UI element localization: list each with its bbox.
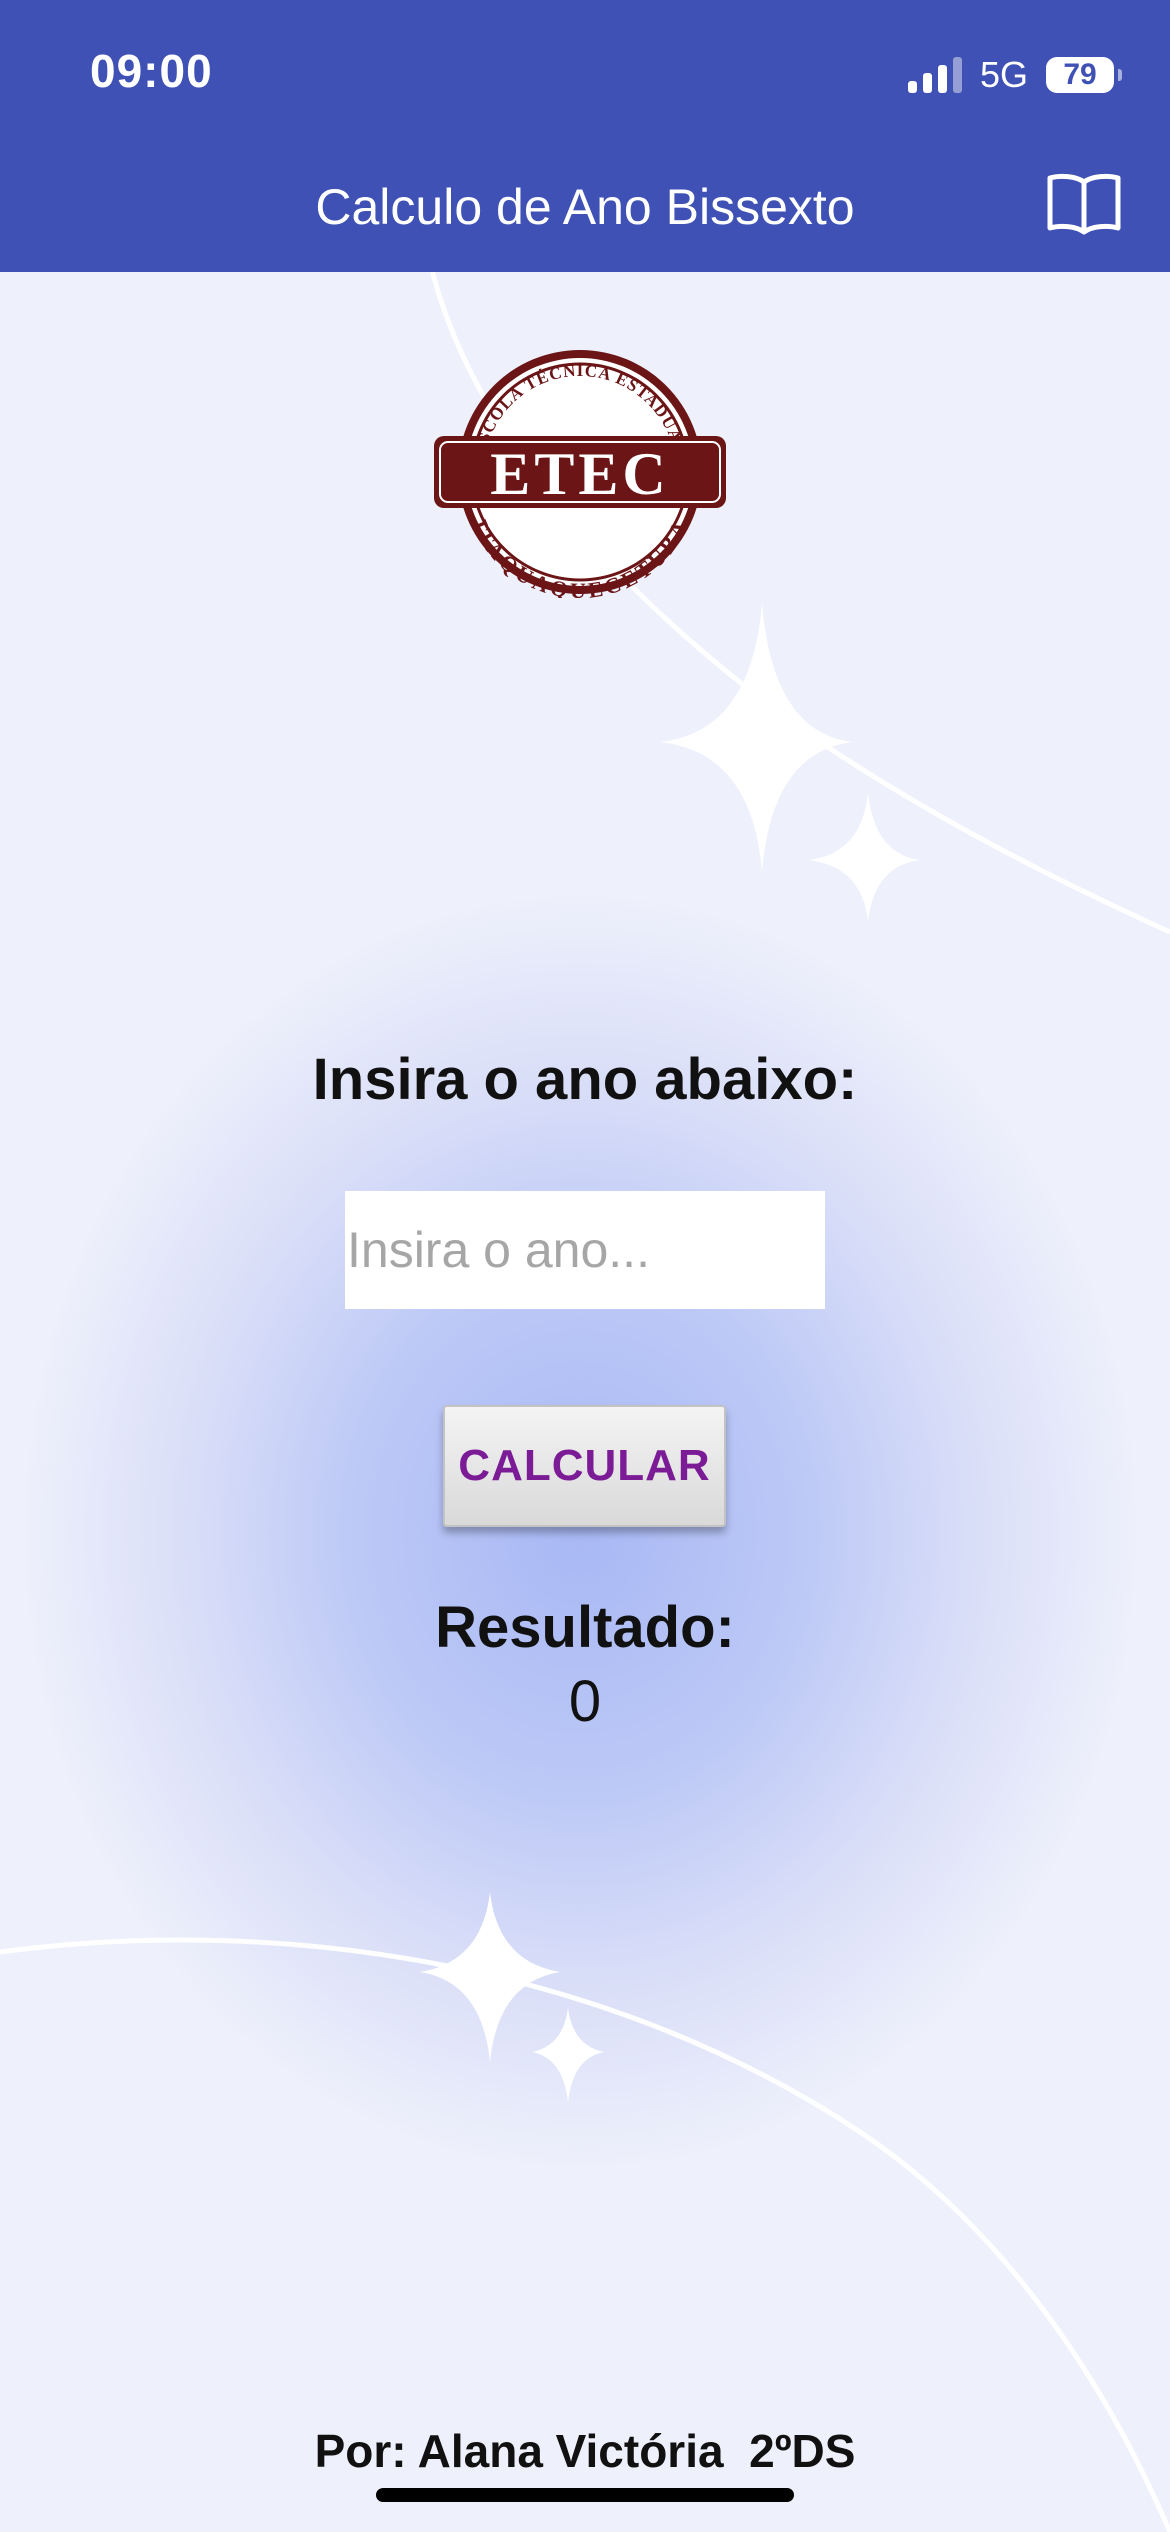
app-screen: 09:00 5G 79 Calculo de Ano Bissexto COLA…: [0, 0, 1170, 2532]
book-icon[interactable]: [1046, 172, 1122, 236]
battery-level: 79: [1063, 58, 1097, 91]
year-prompt: Insira o ano abaixo:: [312, 1047, 858, 1112]
status-indicators: 5G 79: [907, 50, 1122, 100]
background-decoration: [0, 272, 1170, 2532]
network-label: 5G: [979, 54, 1028, 95]
author-credit: Por: Alana Victória 2ºDS: [314, 2425, 856, 2477]
page-title: Calculo de Ano Bissexto: [315, 179, 855, 235]
sparkle-decoration: [0, 272, 1170, 2532]
school-logo: ESCOLA TÉCNICA ESTADUAL ITAQUAQUECETUBA …: [434, 350, 726, 598]
home-indicator[interactable]: [376, 2488, 794, 2502]
result-value: 0: [568, 1669, 602, 1734]
status-time: 09:00: [90, 45, 213, 97]
calculate-button[interactable]: CALCULAR: [443, 1405, 726, 1527]
app-header: 09:00 5G 79 Calculo de Ano Bissexto: [0, 0, 1170, 272]
year-input[interactable]: [345, 1191, 825, 1309]
signal-icon: [907, 57, 962, 93]
result-label: Resultado:: [435, 1595, 735, 1660]
battery-icon: 79: [1046, 57, 1122, 93]
logo-text-main: ETEC: [490, 441, 669, 507]
